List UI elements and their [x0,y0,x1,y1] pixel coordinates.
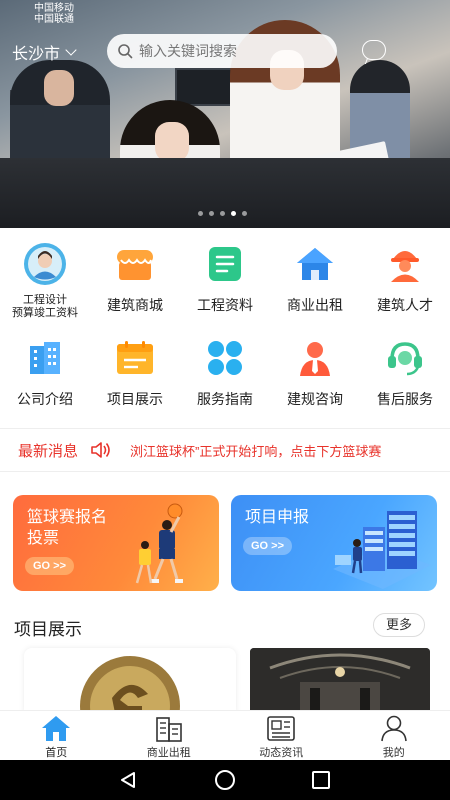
grid-label: 工程设计 预算竣工资料 [12,294,78,319]
news-text: 浏江篮球杯”正式开始打响，点击下方篮球赛 [130,443,382,459]
user-icon [380,715,407,742]
search-input[interactable] [139,43,329,59]
section-title: 项目展示 [14,620,82,639]
grid-row: 工程设计 预算竣工资料 建筑商城 工程资料 商业出租 建筑人才 [0,230,450,324]
search-icon [118,44,133,59]
search-bar[interactable] [107,34,337,68]
carousel-dot [209,211,214,216]
grid-item-aftersales[interactable]: 售后服务 [360,324,450,418]
clover-icon [203,336,247,380]
banner-desk [0,158,450,228]
background-monitor [175,68,235,106]
grid-item-company[interactable]: 公司介绍 [0,324,90,418]
tab-news[interactable]: 动态资讯 [225,711,338,760]
tab-label: 首页 [45,747,68,759]
bottom-tab-bar: 首页 商业出租 动态资讯 我的 [0,710,450,760]
grid-label: 工程资料 [197,297,253,313]
promo-project-apply[interactable]: 项目申报 GO >> [231,495,437,591]
tab-mine[interactable]: 我的 [338,711,450,760]
recent-apps-icon[interactable] [312,771,330,789]
grid-item-mall[interactable]: 建筑商城 [90,230,180,324]
grid-label: 建规咨询 [287,391,343,407]
chevron-down-icon [65,43,77,56]
more-button[interactable]: 更多 [373,613,425,637]
top-bar: 长沙市 [0,32,450,68]
grid-item-rent[interactable]: 商业出租 [270,230,360,324]
building-rent-icon [155,717,182,742]
grid-item-design[interactable]: 工程设计 预算竣工资料 [0,230,90,324]
shop-icon [113,242,157,286]
carousel-dot [220,211,225,216]
carousel-dot [198,211,203,216]
avatar-icon [23,242,67,286]
home-icon [42,716,71,741]
promo-title: 项目申报 [245,509,310,526]
worker-icon [383,242,427,286]
document-icon [203,242,247,286]
headset-icon [383,336,427,380]
system-nav-bar [0,760,450,800]
tab-rent[interactable]: 商业出租 [113,711,226,760]
grid-label: 项目展示 [107,391,163,407]
category-grid: 工程设计 预算竣工资料 建筑商城 工程资料 商业出租 建筑人才 公司介绍 项目展… [0,230,450,418]
grid-label: 商业出租 [287,297,343,313]
tab-label: 商业出租 [146,747,191,759]
promo-title: 篮球赛报名 投票 [27,509,108,547]
grid-row: 公司介绍 项目展示 服务指南 建规咨询 售后服务 [0,324,450,418]
go-button[interactable]: GO >> [243,537,293,555]
grid-label: 服务指南 [197,391,253,407]
grid-item-docs[interactable]: 工程资料 [180,230,270,324]
house-icon [293,242,337,286]
project-interior-image [250,648,430,714]
grid-label: 建筑人才 [377,297,433,313]
home-nav-icon[interactable] [215,770,235,790]
news-icon [267,716,296,741]
promo-basketball[interactable]: 篮球赛报名 投票 GO >> [13,495,219,591]
go-button[interactable]: GO >> [25,557,75,575]
folder-icon [113,336,157,380]
back-icon[interactable] [118,770,138,790]
basketball-player-illustration [135,503,183,584]
server-illustration [333,511,431,589]
city-label: 长沙市 [12,46,61,63]
building-icon [23,336,67,380]
message-icon[interactable] [362,40,386,60]
tab-home[interactable]: 首页 [0,711,113,760]
grid-item-projects[interactable]: 项目展示 [90,324,180,418]
city-selector[interactable]: 长沙市 [12,40,77,64]
speaker-icon [91,442,110,458]
project-card[interactable] [24,648,236,714]
tab-label: 我的 [382,747,405,759]
project-card[interactable] [250,648,430,714]
grid-item-talent[interactable]: 建筑人才 [360,230,450,324]
grid-label: 售后服务 [377,391,433,407]
grid-item-consult[interactable]: 建规咨询 [270,324,360,418]
project-logo-image [80,656,180,714]
news-title: 最新消息 [18,442,79,460]
carousel-dots [198,211,247,216]
carousel-dot-active [231,211,236,216]
person-icon [293,336,337,380]
grid-item-guide[interactable]: 服务指南 [180,324,270,418]
carrier-label: 中国联通 [34,14,74,25]
grid-label: 公司介绍 [17,391,73,407]
grid-label: 建筑商城 [107,297,163,313]
news-ticker[interactable]: 最新消息 浏江篮球杯”正式开始打响，点击下方篮球赛 [0,428,450,472]
tab-label: 动态资讯 [259,747,304,759]
carrier-label: 中国移动 [34,3,74,14]
status-bar: 中国移动 中国联通 [0,0,450,26]
carousel-dot [242,211,247,216]
